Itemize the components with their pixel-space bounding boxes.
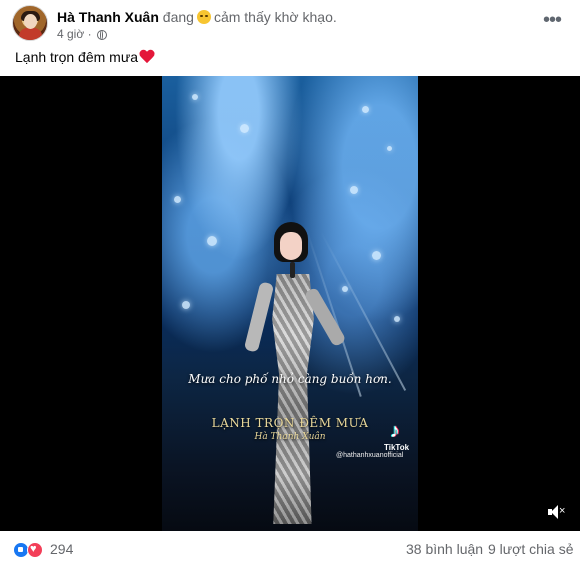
stage-sparkle xyxy=(192,94,198,100)
post-time[interactable]: 4 giờ xyxy=(57,27,84,41)
singer-left-arm xyxy=(243,281,275,353)
reaction-icons[interactable] xyxy=(13,542,47,558)
reaction-count[interactable]: 294 xyxy=(50,541,73,557)
stage-sparkle xyxy=(182,301,190,309)
song-title: LẠNH TRỌN ĐÊM MƯA xyxy=(211,416,369,430)
post-footer: 294 38 bình luận 9 lượt chia sẻ xyxy=(0,531,580,565)
tiktok-note-glyph: ♪ xyxy=(390,420,400,442)
video-player[interactable]: Mưa cho phố nhỏ càng buồn hơn. LẠNH TRỌN… xyxy=(0,76,580,531)
video-frame[interactable]: Mưa cho phố nhỏ càng buồn hơn. LẠNH TRỌN… xyxy=(162,76,418,531)
caption-text: Lạnh trọn đêm mưa xyxy=(15,49,138,65)
author-line: Hà Thanh Xuân đang cảm thấy khờ khạo. xyxy=(57,9,337,25)
comments-count[interactable]: 38 bình luận xyxy=(406,541,483,557)
video-lyric: Mưa cho phố nhỏ càng buồn hơn. xyxy=(188,372,392,386)
meta-separator: · xyxy=(87,27,92,41)
avatar-face xyxy=(24,14,37,29)
volume-muted-icon[interactable]: × xyxy=(546,503,568,521)
post-caption: Lạnh trọn đêm mưa xyxy=(15,49,155,65)
speaker-cone xyxy=(551,505,558,519)
singer-face xyxy=(280,232,302,260)
stage-sparkle xyxy=(350,186,358,194)
stage-sparkle xyxy=(207,236,217,246)
tiktok-handle: @hathanhxuanofficial xyxy=(336,452,404,459)
shares-count[interactable]: 9 lượt chia sẻ xyxy=(488,541,573,557)
globe-icon[interactable] xyxy=(96,30,107,40)
feeling-text: cảm thấy khờ khạo. xyxy=(213,9,337,25)
stage-sparkle xyxy=(174,196,181,203)
post-header: Hà Thanh Xuân đang cảm thấy khờ khạo. 4 g… xyxy=(0,0,580,44)
red-heart-icon xyxy=(139,50,155,64)
author-name[interactable]: Hà Thanh Xuân xyxy=(57,9,159,25)
avatar-dress xyxy=(19,28,42,40)
post-meta: 4 giờ · xyxy=(57,27,107,41)
author-avatar[interactable] xyxy=(12,5,48,41)
stage-sparkle xyxy=(372,251,381,260)
microphone xyxy=(290,262,295,278)
stage-sparkle xyxy=(362,106,369,113)
tiktok-label: TikTok xyxy=(384,443,410,452)
stage-sparkle xyxy=(394,316,400,322)
stage-sparkle xyxy=(342,286,348,292)
song-artist: Hà Thanh Xuân xyxy=(254,432,326,442)
love-icon xyxy=(27,542,43,558)
more-dots-icon[interactable]: ••• xyxy=(540,10,564,31)
mute-mark: × xyxy=(559,505,566,517)
status-prefix: đang xyxy=(162,9,194,25)
stage-sparkle xyxy=(387,146,392,151)
emoji-icon xyxy=(196,10,211,24)
stage-sparkle xyxy=(240,124,249,133)
